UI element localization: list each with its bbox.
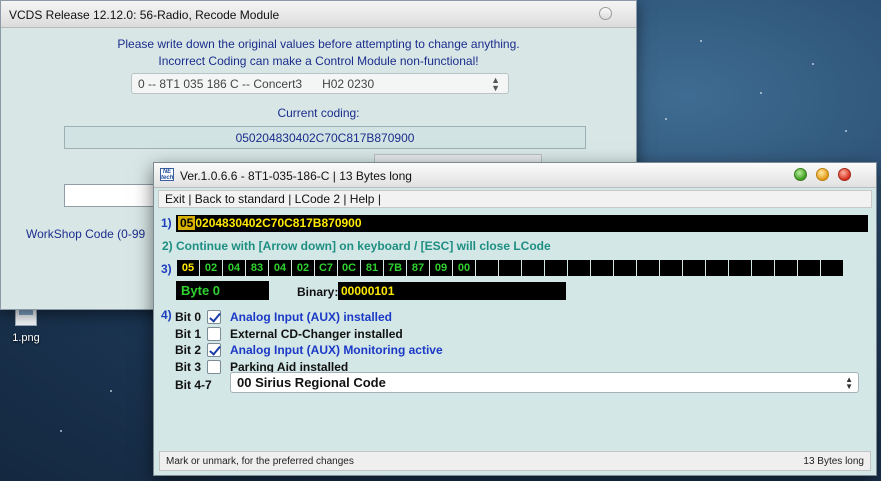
region-code-value: 00 Sirius Regional Code	[237, 375, 386, 390]
byte-cell[interactable]	[476, 260, 498, 276]
unchecked-checkbox-icon[interactable]	[207, 360, 221, 374]
current-coding-field: 050204830402C70C817B870900	[64, 126, 586, 149]
bit-row: Bit 1 External CD-Changer installed	[175, 326, 403, 342]
vcds-titlebar[interactable]: VCDS Release 12.12.0: 56-Radio, Recode M…	[1, 1, 636, 28]
star	[60, 430, 62, 432]
star	[700, 40, 702, 42]
vcds-window-title: VCDS Release 12.12.0: 56-Radio, Recode M…	[9, 8, 280, 22]
byte-cell[interactable]: 00	[453, 260, 475, 276]
byte-cell[interactable]	[683, 260, 705, 276]
star	[665, 118, 667, 120]
byte-cell[interactable]: 0C	[338, 260, 360, 276]
star	[110, 390, 112, 392]
binary-label: Binary:	[297, 285, 339, 299]
byte-cell[interactable]: 7B	[384, 260, 406, 276]
byte-cell[interactable]	[499, 260, 521, 276]
new-coding-input[interactable]	[64, 184, 164, 207]
selected-byte-label: Byte 0	[176, 281, 269, 300]
bit-label: Bit 3	[175, 360, 202, 374]
bit-4-7-label: Bit 4-7	[175, 378, 212, 392]
checked-checkbox-icon[interactable]	[207, 310, 221, 324]
warning-text-1: Please write down the original values be…	[117, 37, 520, 51]
byte-cell[interactable]	[752, 260, 774, 276]
byte-cell[interactable]	[729, 260, 751, 276]
byte-cell[interactable]: 09	[430, 260, 452, 276]
byte-cell[interactable]	[821, 260, 843, 276]
byte-cell[interactable]: C7	[315, 260, 337, 276]
desktop-icon-label: 1.png	[12, 332, 40, 344]
updown-arrows-icon: ▲ ▼	[845, 375, 853, 391]
bit-row: Bit 0 Analog Input (AUX) installed	[175, 309, 392, 325]
status-byte-count: 13 Bytes long	[803, 456, 864, 467]
byte-cell[interactable]	[775, 260, 797, 276]
bit-description: Analog Input (AUX) Monitoring active	[230, 343, 443, 357]
menu-help[interactable]: Help |	[346, 192, 381, 206]
byte-cell[interactable]: 81	[361, 260, 383, 276]
coding-remaining: 0204830402C70C817B870900	[195, 216, 362, 230]
menu-lcode2[interactable]: LCode 2 |	[291, 192, 347, 206]
bit-label: Bit 2	[175, 343, 202, 357]
menu-exit[interactable]: Exit |	[165, 192, 191, 206]
status-bar: Mark or unmark, for the preferred change…	[159, 451, 871, 471]
step-4-label: 4)	[161, 308, 172, 322]
bit-label: Bit 1	[175, 327, 202, 341]
star	[760, 92, 762, 94]
current-coding-label: Current coding:	[277, 106, 360, 120]
step-1-label: 1)	[161, 216, 172, 230]
bit-label: Bit 0	[175, 310, 202, 324]
menu-back-to-standard[interactable]: Back to standard |	[191, 192, 292, 206]
lcode-window: NE tech Ver.1.0.6.6 - 8T1-035-186-C | 13 …	[153, 162, 877, 476]
byte-cell[interactable]: 02	[292, 260, 314, 276]
binary-value: 00000101	[338, 282, 566, 300]
byte-cell[interactable]: 04	[223, 260, 245, 276]
module-select[interactable]: 0 -- 8T1 035 186 C -- Concert3 H02 0230 …	[131, 73, 509, 94]
byte-cell[interactable]	[637, 260, 659, 276]
menu-bar: Exit | Back to standard | LCode 2 | Help…	[158, 190, 872, 208]
byte-cell[interactable]	[522, 260, 544, 276]
unchecked-checkbox-icon[interactable]	[207, 327, 221, 341]
region-code-select[interactable]: 00 Sirius Regional Code ▲ ▼	[230, 372, 859, 393]
warning-text-2: Incorrect Coding can make a Control Modu…	[158, 54, 479, 68]
lcode-titlebar[interactable]: NE tech Ver.1.0.6.6 - 8T1-035-186-C | 13 …	[154, 163, 876, 188]
byte-cell[interactable]	[614, 260, 636, 276]
module-select-value: 0 -- 8T1 035 186 C -- Concert3 H02 0230	[138, 77, 375, 91]
window-circle-icon[interactable]	[599, 7, 612, 20]
star	[845, 130, 847, 132]
byte-cell[interactable]	[591, 260, 613, 276]
byte-cell[interactable]: 87	[407, 260, 429, 276]
maximize-icon[interactable]	[794, 168, 807, 181]
close-icon[interactable]	[838, 168, 851, 181]
checked-checkbox-icon[interactable]	[207, 343, 221, 357]
status-hint: Mark or unmark, for the preferred change…	[166, 456, 354, 467]
byte-cell[interactable]	[660, 260, 682, 276]
byte-cell[interactable]	[545, 260, 567, 276]
step-3-label: 3)	[161, 262, 172, 276]
coding-selected-byte: 05	[178, 216, 196, 230]
updown-arrows-icon: ▲ ▼	[491, 75, 500, 93]
netech-logo-icon: NE tech	[160, 168, 174, 181]
star	[812, 63, 814, 65]
coding-string-field[interactable]: 05 0204830402C70C817B870900	[176, 215, 868, 232]
byte-cell[interactable]: 04	[269, 260, 291, 276]
byte-cell[interactable]	[798, 260, 820, 276]
byte-cell[interactable]: 05	[177, 260, 199, 276]
lcode-window-title: Ver.1.0.6.6 - 8T1-035-186-C | 13 Bytes l…	[180, 169, 412, 183]
bit-row: Bit 2 Analog Input (AUX) Monitoring activ…	[175, 342, 443, 358]
byte-cell[interactable]: 83	[246, 260, 268, 276]
bit-description: Analog Input (AUX) installed	[230, 310, 392, 324]
byte-cell[interactable]	[706, 260, 728, 276]
workshop-code-label: WorkShop Code (0-99	[26, 227, 146, 241]
minimize-icon[interactable]	[816, 168, 829, 181]
byte-row: 05 02 04 83 04 02 C7 0C 81 7B 87 09 00	[177, 260, 844, 276]
byte-cell[interactable]: 02	[200, 260, 222, 276]
bit-description: External CD-Changer installed	[230, 327, 403, 341]
step-2-instructions: 2) Continue with [Arrow down] on keyboar…	[162, 239, 551, 253]
byte-cell[interactable]	[568, 260, 590, 276]
